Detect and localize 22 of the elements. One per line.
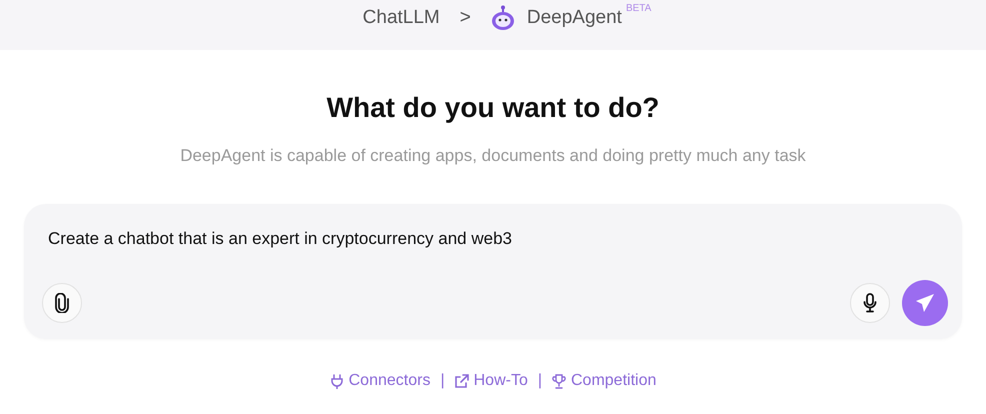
link-separator: | xyxy=(440,372,445,390)
link-separator: | xyxy=(538,372,542,390)
competition-link[interactable]: Competition xyxy=(552,372,656,390)
paperclip-icon xyxy=(55,293,69,313)
prompt-input[interactable]: Create a chatbot that is an expert in cryptocurrency and web3 xyxy=(42,226,954,252)
breadcrumb-link[interactable]: DeepAgent xyxy=(526,7,622,29)
robot-icon xyxy=(490,5,515,31)
microphone-icon xyxy=(863,293,877,313)
breadcrumb-separator: > xyxy=(460,7,471,29)
page-heading: What do you want to do? xyxy=(326,92,660,124)
breadcrumb-link[interactable]: ChatLLM xyxy=(362,7,440,29)
connectors-link[interactable]: Connectors xyxy=(330,372,430,390)
howto-link[interactable]: How-To xyxy=(454,372,528,390)
microphone-button[interactable] xyxy=(850,283,890,323)
send-button[interactable] xyxy=(902,280,948,326)
plug-icon xyxy=(330,374,344,388)
subtitle: DeepAgent is capable of creating apps, documents and doing pretty much any task xyxy=(180,146,806,166)
trophy-icon xyxy=(552,374,566,388)
external-link-icon xyxy=(454,374,469,388)
send-icon xyxy=(915,293,935,313)
attach-button[interactable] xyxy=(42,283,82,323)
beta-label: BETA xyxy=(626,3,652,14)
